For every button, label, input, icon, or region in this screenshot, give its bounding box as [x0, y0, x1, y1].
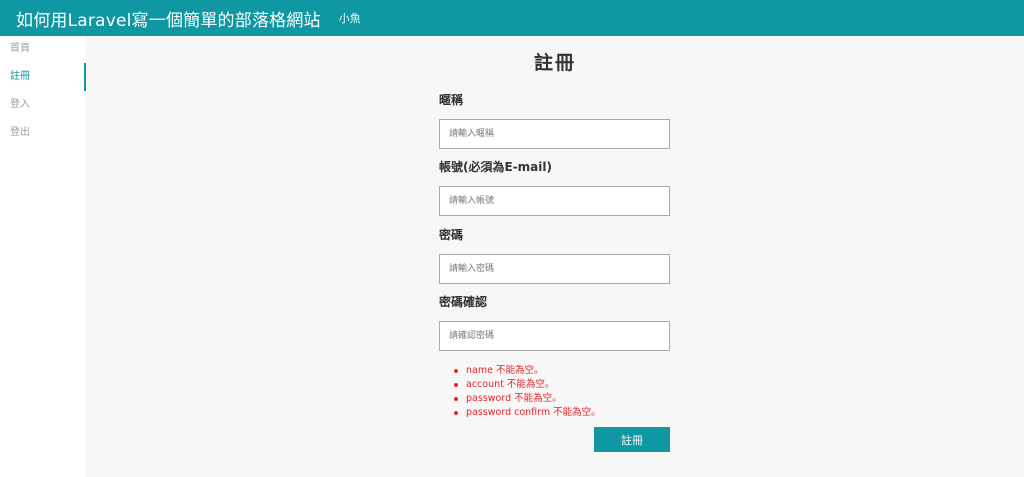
password-field-group: 密碼: [439, 227, 671, 294]
sidebar-item-login[interactable]: 登入: [0, 91, 86, 119]
nickname-input[interactable]: [439, 119, 670, 149]
password-input[interactable]: [439, 254, 670, 284]
error-message-account: account 不能為空。: [454, 378, 601, 392]
error-message-name: name 不能為空。: [454, 364, 601, 378]
sidebar-item-register[interactable]: 註冊: [0, 63, 86, 91]
page-title: 註冊: [533, 52, 576, 74]
user-name[interactable]: 小魚: [339, 10, 361, 26]
site-title[interactable]: 如何用Laravel寫一個簡單的部落格網站: [16, 6, 321, 31]
password-label: 密碼: [439, 228, 464, 242]
password-confirm-input[interactable]: [439, 321, 670, 351]
sidebar-item-home[interactable]: 首頁: [0, 35, 86, 63]
account-input[interactable]: [439, 186, 670, 216]
register-submit-button[interactable]: 註冊: [594, 427, 670, 452]
nickname-label: 暱稱: [439, 93, 464, 107]
top-navbar: 如何用Laravel寫一個簡單的部落格網站 小魚: [0, 0, 1024, 36]
main-content: 註冊 暱稱 帳號(必須為E-mail) 密碼 密碼確認 name 不能為空。 a…: [86, 36, 1024, 477]
error-message-password-confirm: password confirm 不能為空。: [454, 406, 601, 420]
error-list: name 不能為空。 account 不能為空。 password 不能為空。 …: [454, 364, 601, 420]
error-message-password: password 不能為空。: [454, 392, 601, 406]
nickname-field-group: 暱稱: [439, 92, 671, 159]
account-label: 帳號(必須為E-mail): [439, 160, 552, 174]
password-confirm-field-group: 密碼確認: [439, 294, 671, 361]
sidebar: 首頁 註冊 登入 登出: [0, 36, 86, 477]
password-confirm-label: 密碼確認: [439, 295, 488, 309]
register-form: 暱稱 帳號(必須為E-mail) 密碼 密碼確認: [439, 92, 671, 361]
sidebar-item-logout[interactable]: 登出: [0, 119, 86, 147]
account-field-group: 帳號(必須為E-mail): [439, 159, 671, 227]
